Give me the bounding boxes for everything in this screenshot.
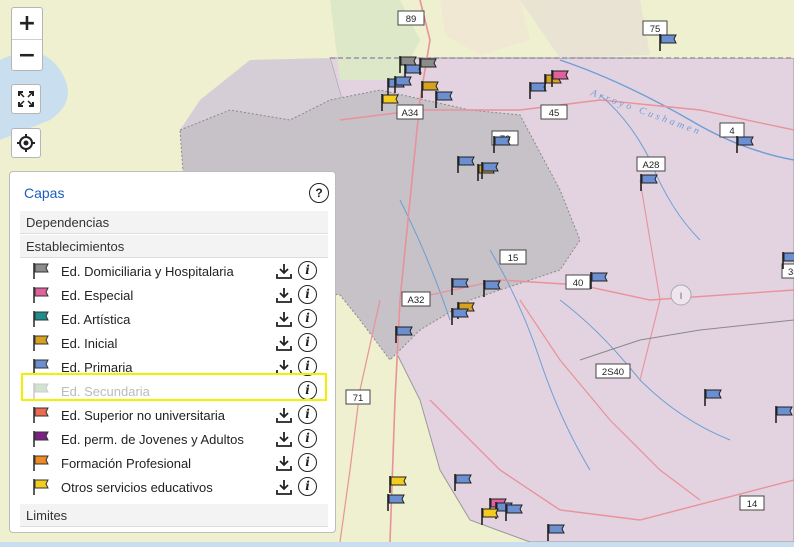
svg-text:14: 14 (747, 499, 758, 510)
svg-text:A34: A34 (402, 108, 419, 119)
svg-text:I: I (680, 291, 683, 301)
info-icon[interactable]: i (298, 429, 317, 448)
zoom-out-button[interactable]: − (12, 39, 42, 71)
flag-icon (33, 455, 49, 471)
fullscreen-icon (18, 91, 34, 107)
section-establecimientos[interactable]: Establecimientos (20, 235, 328, 258)
download-icon[interactable] (275, 478, 293, 496)
road-label-15: 15 (499, 249, 527, 265)
layer-label: Ed. Especial (61, 288, 134, 303)
flag-icon (33, 311, 49, 327)
road-label-2s40: 2S40 (595, 363, 631, 379)
layer-row[interactable]: Ed. Artística i (30, 308, 330, 332)
road-label-75: 75 (642, 20, 668, 36)
zoom-control: + − (11, 7, 43, 71)
fullscreen-button[interactable] (11, 84, 41, 114)
layer-label: Otros servicios educativos (61, 480, 213, 495)
info-icon[interactable]: i (298, 285, 317, 304)
layer-label: Ed. Superior no universitaria (61, 408, 226, 423)
svg-text:71: 71 (353, 393, 364, 404)
download-icon[interactable] (275, 286, 293, 304)
svg-text:15: 15 (508, 253, 519, 264)
locate-button[interactable] (11, 128, 41, 158)
road-label-a32: A32 (401, 291, 431, 307)
layers-title: Capas (24, 185, 65, 201)
svg-text:40: 40 (573, 278, 584, 289)
info-icon[interactable]: i (298, 309, 317, 328)
svg-text:2S40: 2S40 (602, 367, 624, 378)
info-icon[interactable]: i (298, 453, 317, 472)
highlight-box (21, 373, 327, 401)
layer-row[interactable]: Formación Profesional i (30, 452, 330, 476)
layer-row[interactable]: Ed. Inicial i (30, 332, 330, 356)
info-icon[interactable]: i (298, 477, 317, 496)
svg-text:75: 75 (650, 24, 661, 35)
locate-icon (17, 134, 35, 152)
layer-row[interactable]: Ed. Superior no universitaria i (30, 404, 330, 428)
flag-icon (33, 263, 49, 279)
road-label-45: 45 (540, 104, 568, 120)
info-icon[interactable]: i (298, 405, 317, 424)
flag-icon (33, 479, 49, 495)
layer-label: Ed. Inicial (61, 336, 118, 351)
layer-label: Ed. Domiciliaria y Hospitalaria (61, 264, 234, 279)
svg-text:45: 45 (549, 108, 560, 119)
section-limites[interactable]: Limites (20, 504, 328, 527)
flag-icon (33, 287, 49, 303)
download-icon[interactable] (275, 430, 293, 448)
svg-text:4: 4 (729, 126, 734, 137)
flag-icon (33, 407, 49, 423)
layer-row[interactable]: Ed. Domiciliaria y Hospitalaria i (30, 260, 330, 284)
help-icon[interactable]: ? (309, 183, 329, 203)
info-icon[interactable]: i (298, 333, 317, 352)
road-label-40: 40 (565, 274, 591, 290)
road-label-71: 71 (345, 389, 371, 405)
layer-label: Ed. perm. de Jovenes y Adultos (61, 432, 244, 447)
flag-icon (33, 431, 49, 447)
layers-panel: Capas ? Dependencias Establecimientos Ed… (9, 171, 336, 533)
svg-text:A32: A32 (408, 295, 425, 306)
download-icon[interactable] (275, 310, 293, 328)
region-marker: I (670, 284, 692, 306)
layer-label: Formación Profesional (61, 456, 192, 471)
download-icon[interactable] (275, 454, 293, 472)
road-label-14: 14 (739, 495, 765, 511)
svg-text:A28: A28 (643, 160, 660, 171)
road-label-a28: A28 (636, 156, 666, 172)
section-dependencias[interactable]: Dependencias (20, 211, 328, 234)
svg-text:35: 35 (788, 267, 794, 278)
layer-label: Ed. Artística (61, 312, 131, 327)
road-label-89: 89 (397, 10, 425, 26)
flag-icon (33, 335, 49, 351)
info-icon[interactable]: i (298, 261, 317, 280)
download-icon[interactable] (275, 406, 293, 424)
download-icon[interactable] (275, 334, 293, 352)
zoom-in-button[interactable]: + (12, 8, 42, 39)
layer-row[interactable]: Ed. Especial i (30, 284, 330, 308)
download-icon[interactable] (275, 262, 293, 280)
layer-row[interactable]: Ed. perm. de Jovenes y Adultos i (30, 428, 330, 452)
svg-text:89: 89 (406, 14, 417, 25)
road-label-a34: A34 (396, 104, 424, 120)
layer-row[interactable]: Otros servicios educativos i (30, 476, 330, 500)
road-label-4: 4 (719, 122, 745, 138)
